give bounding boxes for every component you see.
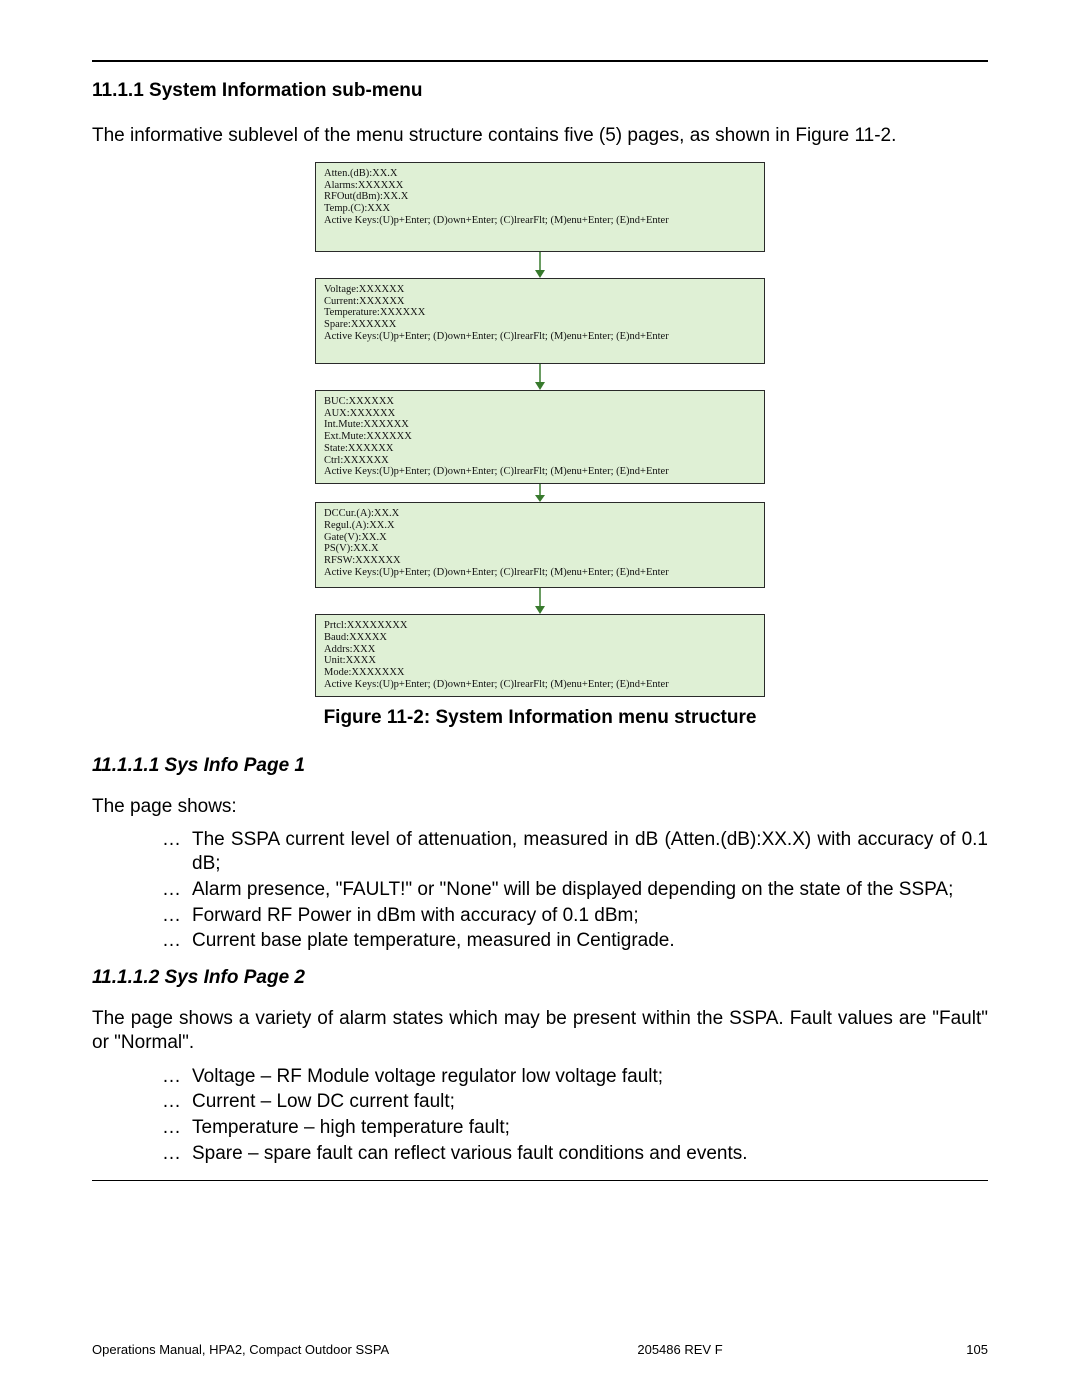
menu-active-keys: Active Keys:(U)p+Enter; (D)own+Enter; (C… xyxy=(324,567,756,579)
down-arrow-icon xyxy=(315,252,765,278)
page1-list: The SSPA current level of attenuation, m… xyxy=(92,828,988,953)
list-item: The SSPA current level of attenuation, m… xyxy=(162,828,988,876)
menu-box-4: DCCur.(A):XX.X Regul.(A):XX.X Gate(V):XX… xyxy=(315,502,765,588)
down-arrow-icon xyxy=(315,588,765,614)
menu-row: Baud:XXXXX xyxy=(324,632,756,644)
menu-active-keys: Active Keys:(U)p+Enter; (D)own+Enter; (C… xyxy=(324,466,756,478)
menu-row: Current:XXXXXX xyxy=(324,296,756,308)
menu-row: Ext.Mute:XXXXXX xyxy=(324,431,756,443)
menu-row: Regul.(A):XX.X xyxy=(324,520,756,532)
menu-row: Gate(V):XX.X xyxy=(324,532,756,544)
menu-row: RFSW:XXXXXX xyxy=(324,555,756,567)
list-item: Alarm presence, "FAULT!" or "None" will … xyxy=(162,878,988,902)
down-arrow-icon xyxy=(315,364,765,390)
bottom-rule xyxy=(92,1180,988,1181)
menu-row: PS(V):XX.X xyxy=(324,543,756,555)
menu-active-keys: Active Keys:(U)p+Enter; (D)own+Enter; (C… xyxy=(324,331,756,343)
menu-active-keys: Active Keys:(U)p+Enter; (D)own+Enter; (C… xyxy=(324,679,756,691)
menu-box-1: Atten.(dB):XX.X Alarms:XXXXXX RFOut(dBm)… xyxy=(315,162,765,252)
list-item: Spare – spare fault can reflect various … xyxy=(162,1142,988,1166)
page-footer: Operations Manual, HPA2, Compact Outdoor… xyxy=(92,1342,988,1357)
diagram-column: Atten.(dB):XX.X Alarms:XXXXXX RFOut(dBm)… xyxy=(315,162,765,697)
menu-row: BUC:XXXXXX xyxy=(324,396,756,408)
footer-left: Operations Manual, HPA2, Compact Outdoor… xyxy=(92,1342,432,1357)
menu-row: State:XXXXXX xyxy=(324,443,756,455)
intro-paragraph: The informative sublevel of the menu str… xyxy=(92,124,988,148)
menu-box-5: Prtcl:XXXXXXXX Baud:XXXXX Addrs:XXX Unit… xyxy=(315,614,765,697)
figure-11-2: Atten.(dB):XX.X Alarms:XXXXXX RFOut(dBm)… xyxy=(92,162,988,745)
list-item: Current – Low DC current fault; xyxy=(162,1090,988,1114)
list-item: Voltage – RF Module voltage regulator lo… xyxy=(162,1065,988,1089)
document-page: 11.1.1 System Information sub-menu The i… xyxy=(0,0,1080,1397)
menu-row: Mode:XXXXXXX xyxy=(324,667,756,679)
menu-row: Temperature:XXXXXX xyxy=(324,307,756,319)
menu-row: Voltage:XXXXXX xyxy=(324,284,756,296)
menu-active-keys: Active Keys:(U)p+Enter; (D)own+Enter; (C… xyxy=(324,215,756,227)
menu-row: DCCur.(A):XX.X xyxy=(324,508,756,520)
menu-row: Addrs:XXX xyxy=(324,644,756,656)
menu-row: Atten.(dB):XX.X xyxy=(324,168,756,180)
menu-row: Alarms:XXXXXX xyxy=(324,180,756,192)
menu-row: Temp.(C):XXX xyxy=(324,203,756,215)
menu-box-3: BUC:XXXXXX AUX:XXXXXX Int.Mute:XXXXXX Ex… xyxy=(315,390,765,484)
footer-right: 105 xyxy=(928,1342,988,1357)
list-item: Temperature – high temperature fault; xyxy=(162,1116,988,1140)
menu-row: AUX:XXXXXX xyxy=(324,408,756,420)
menu-row: Prtcl:XXXXXXXX xyxy=(324,620,756,632)
menu-row: Unit:XXXX xyxy=(324,655,756,667)
menu-row: RFOut(dBm):XX.X xyxy=(324,191,756,203)
down-arrow-icon xyxy=(315,484,765,502)
subsection-heading-page2: 11.1.1.2 Sys Info Page 2 xyxy=(92,967,988,989)
list-item: Forward RF Power in dBm with accuracy of… xyxy=(162,904,988,928)
figure-caption: Figure 11-2: System Information menu str… xyxy=(324,707,757,729)
menu-row: Ctrl:XXXXXX xyxy=(324,455,756,467)
menu-row: Int.Mute:XXXXXX xyxy=(324,419,756,431)
subsection-heading-page1: 11.1.1.1 Sys Info Page 1 xyxy=(92,755,988,777)
menu-box-2: Voltage:XXXXXX Current:XXXXXX Temperatur… xyxy=(315,278,765,364)
list-item: Current base plate temperature, measured… xyxy=(162,929,988,953)
section-heading: 11.1.1 System Information sub-menu xyxy=(92,80,988,102)
page2-list: Voltage – RF Module voltage regulator lo… xyxy=(92,1065,988,1166)
page2-lead: The page shows a variety of alarm states… xyxy=(92,1007,988,1055)
footer-center: 205486 REV F xyxy=(432,1342,928,1357)
top-rule xyxy=(92,60,988,62)
page1-lead: The page shows: xyxy=(92,795,988,819)
menu-row: Spare:XXXXXX xyxy=(324,319,756,331)
